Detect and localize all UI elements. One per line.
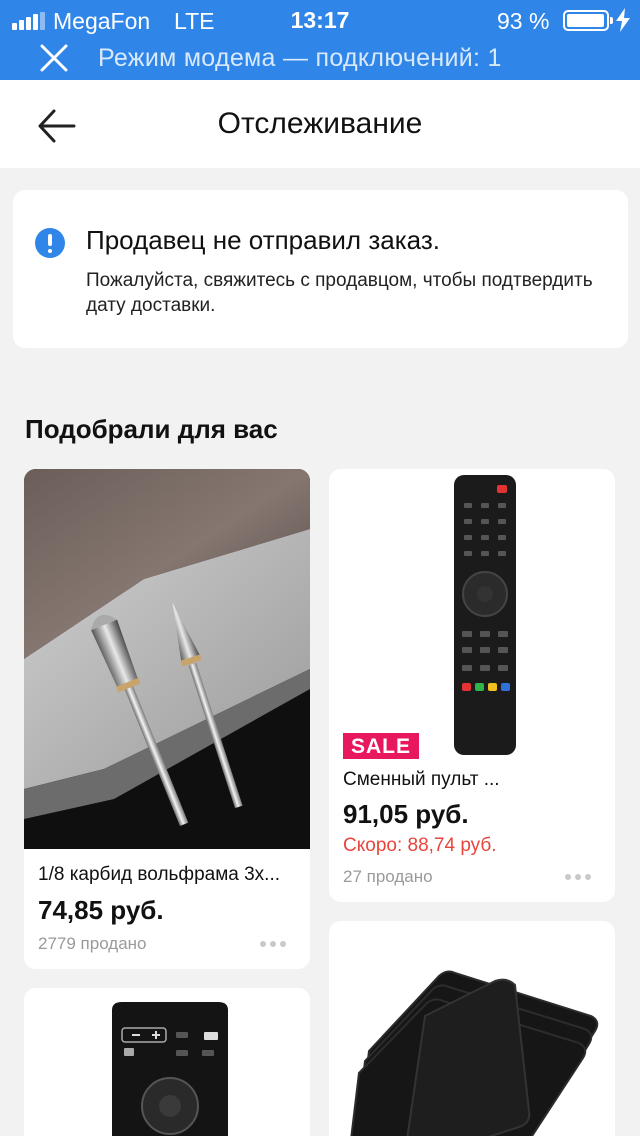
product-image — [329, 921, 615, 1136]
page-title: Отслеживание — [217, 107, 423, 140]
hotspot-text: Режим модема — подключений: 1 — [98, 44, 502, 72]
product-card[interactable] — [24, 988, 310, 1136]
product-price: 74,85 руб. — [38, 895, 164, 925]
battery-percentage: 93 % — [497, 8, 550, 34]
product-card[interactable] — [329, 921, 615, 1136]
product-sold-count: 27 продано — [343, 867, 433, 886]
product-soon-price: Скоро: 88,74 руб. — [343, 835, 497, 856]
product-card[interactable]: SALE Сменный пульт ... 91,05 руб. Скоро:… — [329, 469, 615, 902]
product-name: 1/8 карбид вольфрама 3x... — [38, 864, 281, 885]
product-image — [24, 469, 310, 849]
sale-badge: SALE — [343, 733, 420, 759]
product-image — [329, 469, 615, 759]
close-icon[interactable] — [38, 42, 70, 74]
charging-bolt-icon — [616, 8, 630, 32]
status-bar: MegaFon LTE 13:17 93 % Режим модема — по… — [0, 0, 640, 80]
seller-notice-card: Продавец не отправил заказ. Пожалуйста, … — [13, 190, 628, 348]
info-icon — [35, 228, 65, 258]
product-sold-count: 2779 продано — [38, 934, 147, 953]
header: Отслеживание — [0, 80, 640, 168]
notice-title: Продавец не отправил заказ. — [86, 225, 440, 255]
hotspot-banner[interactable]: Режим модема — подключений: 1 — [0, 40, 640, 80]
product-card[interactable]: 1/8 карбид вольфрама 3x... 74,85 руб. 27… — [24, 469, 310, 969]
notice-text: Пожалуйста, свяжитесь с продавцом, чтобы… — [86, 270, 593, 316]
recommendations-title: Подобрали для вас — [25, 414, 278, 444]
more-options-icon[interactable] — [565, 873, 595, 881]
battery-icon — [563, 10, 613, 31]
more-options-icon[interactable] — [260, 940, 290, 948]
product-image — [24, 988, 310, 1136]
product-name: Сменный пульт ... — [343, 769, 500, 790]
product-price: 91,05 руб. — [343, 799, 469, 829]
